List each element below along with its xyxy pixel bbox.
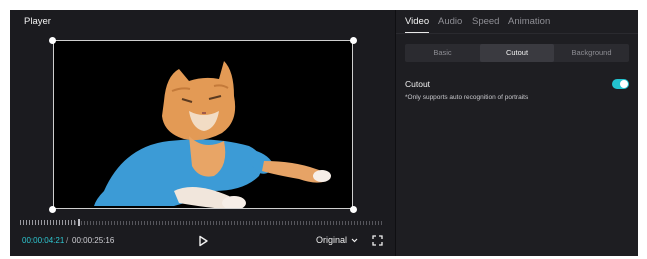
tab-speed[interactable]: Speed bbox=[472, 16, 499, 27]
subtab-basic[interactable]: Basic bbox=[405, 44, 480, 62]
tabs-divider bbox=[396, 33, 638, 34]
editor-window: Player 00:00:04:21 / 00:00:25:16 Origina… bbox=[10, 10, 638, 256]
player-title: Player bbox=[24, 16, 51, 27]
cat-cutout-image bbox=[94, 61, 331, 208]
timecode-separator: / bbox=[66, 236, 69, 245]
resize-handle-bottom-right[interactable] bbox=[350, 206, 357, 213]
tab-animation[interactable]: Animation bbox=[508, 16, 550, 27]
player-panel: Player 00:00:04:21 / 00:00:25:16 Origina… bbox=[10, 10, 395, 256]
video-subtabs: Basic Cutout Background bbox=[405, 44, 629, 62]
play-icon[interactable] bbox=[197, 235, 209, 247]
current-timecode: 00:00:04:21 bbox=[22, 236, 65, 245]
playback-timeline[interactable] bbox=[20, 219, 382, 226]
cutout-toggle[interactable] bbox=[612, 79, 629, 89]
subtab-cutout[interactable]: Cutout bbox=[480, 44, 554, 62]
resize-handle-top-right[interactable] bbox=[350, 37, 357, 44]
cutout-note: *Only supports auto recognition of portr… bbox=[405, 94, 529, 101]
properties-panel: Video Audio Speed Animation Basic Cutout… bbox=[395, 10, 638, 256]
total-timecode: 00:00:25:16 bbox=[72, 236, 115, 245]
toggle-knob bbox=[620, 80, 628, 88]
resize-handle-top-left[interactable] bbox=[49, 37, 56, 44]
fullscreen-icon[interactable] bbox=[372, 235, 383, 246]
aspect-ratio-dropdown[interactable]: Original bbox=[316, 235, 347, 245]
resize-handle-bottom-left[interactable] bbox=[49, 206, 56, 213]
timeline-remaining bbox=[75, 221, 382, 225]
subtab-background[interactable]: Background bbox=[554, 44, 629, 62]
playhead[interactable] bbox=[78, 219, 80, 226]
tab-video[interactable]: Video bbox=[405, 16, 429, 27]
timeline-played bbox=[20, 220, 75, 225]
video-preview[interactable] bbox=[53, 40, 353, 209]
tab-audio[interactable]: Audio bbox=[438, 16, 462, 27]
cutout-label: Cutout bbox=[405, 79, 431, 89]
chevron-down-icon[interactable] bbox=[351, 238, 358, 243]
